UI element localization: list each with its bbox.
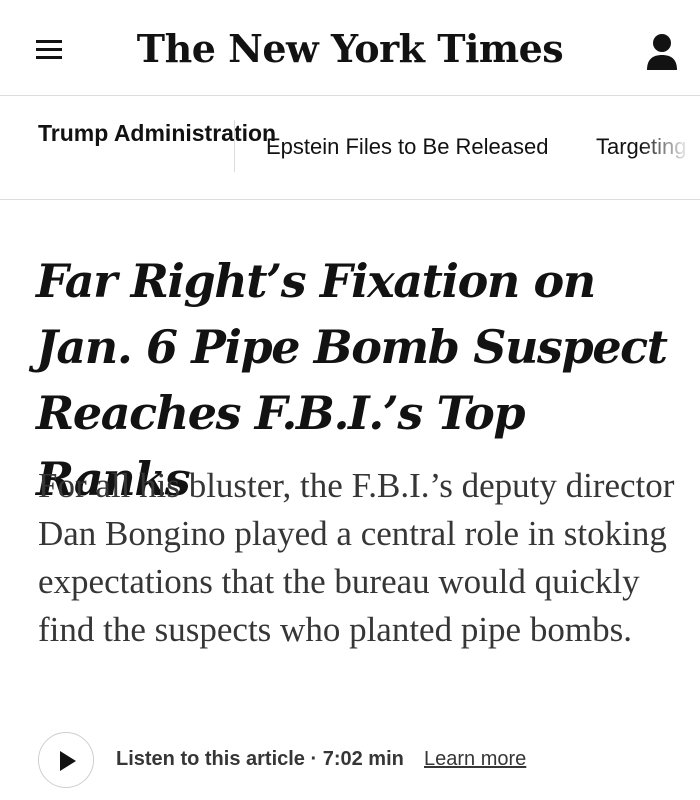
- nav-divider: [234, 120, 235, 172]
- person-icon: [647, 34, 677, 70]
- account-button[interactable]: [645, 32, 679, 72]
- section-title[interactable]: Trump Administration: [38, 120, 276, 147]
- learn-more-link[interactable]: Learn more: [424, 748, 526, 771]
- play-button[interactable]: [38, 732, 94, 788]
- article-summary: For all his bluster, the F.B.I.’s deputy…: [38, 466, 675, 649]
- nav-link-epstein-files[interactable]: Epstein Files to Be Released: [266, 134, 549, 160]
- play-icon: [60, 751, 76, 771]
- nyt-logo[interactable]: The New York Times: [0, 26, 700, 71]
- masthead: The New York Times: [0, 0, 700, 96]
- section-nav: Trump Administration Epstein Files to Be…: [0, 96, 700, 200]
- nav-fade-overlay: [640, 96, 700, 198]
- listen-bar: Listen to this article · 7:02 min Learn …: [38, 730, 678, 792]
- listen-label: Listen to this article · 7:02 min: [116, 748, 404, 770]
